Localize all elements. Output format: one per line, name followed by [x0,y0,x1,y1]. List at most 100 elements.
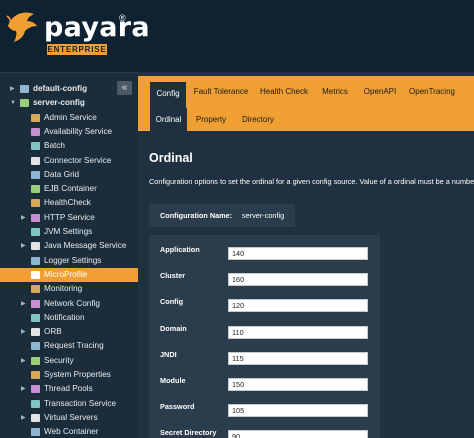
ordinal-row-module: Module [149,368,380,394]
page-description: Configuration options to set the ordinal… [149,177,474,186]
server-config-icon [20,99,29,108]
sidebar-item-label: default-config [33,84,88,93]
sidebar-item-java-message-service[interactable]: ▶ Java Message Service [0,239,138,253]
notification-icon [31,313,40,322]
ordinal-input-module[interactable] [228,378,368,391]
sidebar-item-label: HealthCheck [44,198,91,208]
sidebar-item-server-config[interactable]: ▼ server-config [0,96,138,110]
sidebar-item-default-config[interactable]: ▶ default-config [0,82,138,96]
ordinal-label: Secret Directory [160,428,217,438]
sidebar-item-label: Admin Service [44,112,97,122]
monitoring-icon [31,285,40,294]
ejb-container-icon [31,185,40,194]
sidebar-item-label: Security [44,355,74,365]
sidebar-item-label: Java Message Service [44,241,127,251]
connector-service-icon [31,156,40,165]
tab-metrics[interactable]: Metrics [316,80,354,104]
subtab-directory[interactable]: Directory [235,108,281,131]
batch-icon [31,142,40,151]
sidebar-item-label: MicroProfile [44,269,88,279]
ordinal-form: Application Cluster Config Domain JNDI Module… [149,235,380,438]
expand-arrow-icon[interactable]: ▶ [21,211,26,225]
sidebar-item-healthcheck[interactable]: HealthCheck [0,196,138,210]
tab-health-check[interactable]: Health Check [256,80,312,104]
tab-config[interactable]: Config [150,82,186,108]
header: payara ® ENTERPRISE [0,0,474,72]
subtab-property[interactable]: Property [191,108,231,131]
sidebar-item-transaction-service[interactable]: Transaction Service [0,397,138,411]
page-title: Ordinal [149,151,193,165]
sidebar-item-system-properties[interactable]: System Properties [0,368,138,382]
availability-service-icon [31,127,40,136]
sidebar-item-admin-service[interactable]: Admin Service [0,111,138,125]
sidebar-item-label: Notification [44,312,85,322]
ordinal-input-config[interactable] [228,299,368,313]
sidebar-item-network-config[interactable]: ▶ Network Config [0,297,138,311]
sidebar-item-web-container[interactable]: Web Container [0,425,138,438]
payara-admin-console: payara ® ENTERPRISE « ▶ default-config ▼ se… [0,0,474,438]
sidebar-item-ejb-container[interactable]: EJB Container [0,182,138,196]
ordinal-input-password[interactable] [228,404,368,418]
tab-fault-tolerance[interactable]: Fault Tolerance [192,80,250,104]
sidebar-item-availability-service[interactable]: Availability Service [0,125,138,139]
system-properties-icon [31,371,40,379]
subtab-ordinal[interactable]: Ordinal [150,108,187,131]
sidebar-item-label: Virtual Servers [44,412,98,422]
ordinal-row-jndi: JNDI [149,342,380,368]
tab-opentracing[interactable]: OpenTracing [406,80,458,104]
sidebar-item-label: Thread Pools [44,384,93,394]
brand-registered-mark: ® [119,13,126,23]
ordinal-label: Domain [160,323,187,333]
expand-arrow-icon[interactable]: ▶ [21,382,26,396]
security-icon [31,356,40,365]
ordinal-input-cluster[interactable] [228,273,368,287]
expand-arrow-icon[interactable]: ▶ [21,325,26,339]
sidebar-item-label: ORB [44,327,62,337]
sidebar-item-label: Network Config [44,298,100,308]
sidebar-item-label: Batch [44,141,65,151]
sidebar-item-http-service[interactable]: ▶ HTTP Service [0,211,138,225]
sidebar-item-label: Request Tracing [44,341,104,351]
sidebar-item-orb[interactable]: ▶ ORB [0,325,138,339]
ordinal-input-domain[interactable] [228,325,368,339]
sidebar-item-monitoring[interactable]: Monitoring [0,282,138,296]
sidebar-item-virtual-servers[interactable]: ▶ Virtual Servers [0,411,138,425]
jvm-settings-icon [31,228,40,236]
ordinal-label: Module [160,376,186,385]
sidebar-item-label: server-config [33,98,85,108]
sidebar-item-data-grid[interactable]: Data Grid [0,168,138,182]
sidebar-item-connector-service[interactable]: Connector Service [0,154,138,168]
sidebar-item-microprofile[interactable]: MicroProfile [0,267,138,283]
sidebar-item-label: Connector Service [44,155,112,165]
sidebar-item-logger-settings[interactable]: Logger Settings [0,254,138,268]
ordinal-row-domain: Domain [149,316,380,342]
sidebar-item-security[interactable]: ▶ Security [0,354,138,368]
configuration-name-box: Configuration Name: server-config [149,204,295,227]
collapse-arrow-icon[interactable]: ▼ [10,96,16,110]
ordinal-input-application[interactable] [228,247,368,260]
edition-badge: ENTERPRISE [47,44,107,55]
sidebar-item-label: Transaction Service [44,398,117,408]
logger-settings-icon [31,256,40,265]
ordinal-row-application: Application [149,237,380,263]
expand-arrow-icon[interactable]: ▶ [21,297,26,311]
expand-arrow-icon[interactable]: ▶ [10,82,15,96]
expand-arrow-icon[interactable]: ▶ [21,411,26,425]
sidebar-item-notification[interactable]: Notification [0,311,138,325]
expand-arrow-icon[interactable]: ▶ [21,354,26,368]
ordinal-input-secret-directory[interactable] [228,430,368,438]
sidebar-item-thread-pools[interactable]: ▶ Thread Pools [0,382,138,396]
sidebar-item-batch[interactable]: Batch [0,139,138,153]
ordinal-input-jndi[interactable] [228,351,368,365]
microprofile-icon [31,270,40,279]
sidebar-item-label: HTTP Service [44,212,95,222]
healthcheck-icon [31,199,40,208]
tab-openapi[interactable]: OpenAPI [360,80,400,104]
ordinal-label: Application [160,245,200,254]
sidebar-item-request-tracing[interactable]: Request Tracing [0,339,138,353]
expand-arrow-icon[interactable]: ▶ [21,239,26,253]
configuration-name-label: Configuration Name: [160,211,233,220]
brand-name: payara [44,12,150,43]
sidebar-item-jvm-settings[interactable]: JVM Settings [0,225,138,239]
network-config-icon [31,299,40,308]
